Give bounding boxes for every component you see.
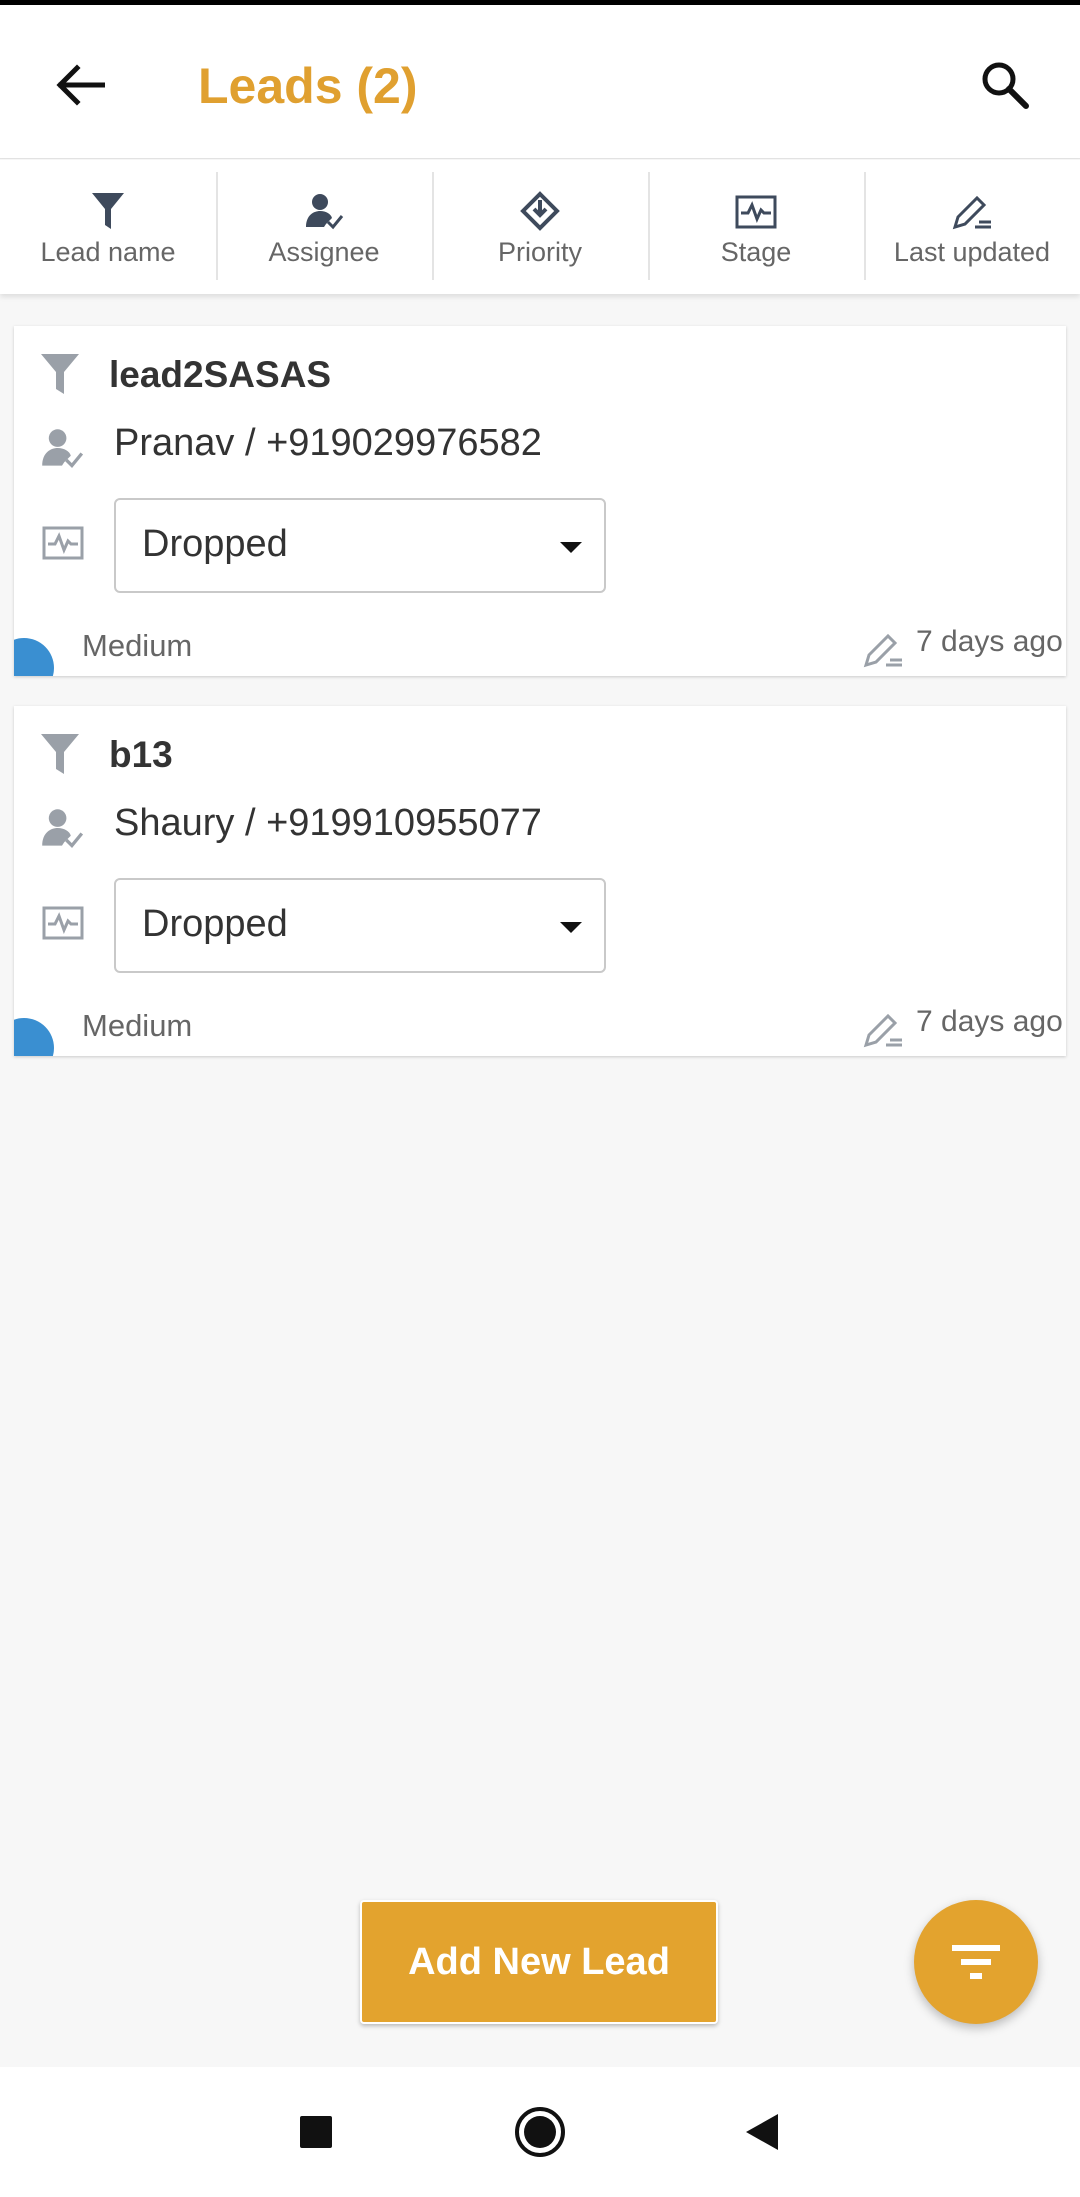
sort-bar: Lead name Assignee Priority Stage Last u… [0, 160, 1080, 294]
system-nav-bar [0, 2067, 1080, 2197]
edit-icon [863, 1013, 902, 1048]
sort-label: Lead name [40, 236, 176, 267]
lead-card[interactable]: b13 Shaury / +919910955077 Dropped Mediu… [14, 706, 1066, 1056]
lead-name: b13 [109, 734, 173, 775]
stage-icon [42, 526, 84, 560]
lead-card[interactable]: lead2SASAS Pranav / +919029976582 Droppe… [14, 326, 1066, 676]
app-header: Leads (2) [0, 5, 1080, 159]
stage-icon [735, 195, 777, 228]
triangle-back-icon [746, 2114, 778, 2150]
priority-indicator [14, 1018, 54, 1056]
priority-icon [520, 190, 560, 231]
sort-lead-name[interactable]: Lead name [0, 160, 216, 294]
sort-stage[interactable]: Stage [648, 160, 864, 294]
edit-icon [863, 633, 902, 668]
sort-label: Stage [720, 236, 792, 267]
recents-button[interactable] [276, 2097, 356, 2167]
filter-icon [952, 1945, 1000, 1979]
assignee-icon [42, 809, 84, 849]
sort-label: Last updated [893, 236, 1051, 267]
stage-value: Dropped [142, 523, 288, 565]
stage-dropdown[interactable]: Dropped [114, 498, 606, 593]
assignee-contact: Shaury / +919910955077 [114, 802, 542, 844]
edit-icon [952, 195, 991, 229]
lead-name: lead2SASAS [109, 354, 332, 395]
assignee-icon [42, 429, 84, 469]
last-updated: 7 days ago [916, 1005, 1063, 1038]
arrow-left-icon [56, 64, 105, 106]
funnel-icon [41, 354, 79, 394]
funnel-icon [92, 192, 124, 229]
priority-label: Medium [82, 1008, 193, 1043]
page-title: Leads (2) [198, 58, 418, 114]
sort-assignee[interactable]: Assignee [216, 160, 432, 294]
home-button[interactable] [500, 2097, 580, 2167]
chevron-down-icon [560, 542, 582, 553]
stage-dropdown[interactable]: Dropped [114, 878, 606, 973]
stage-value: Dropped [142, 903, 288, 945]
funnel-icon [41, 734, 79, 774]
back-button[interactable] [40, 50, 120, 120]
home-circle-icon [515, 2107, 565, 2157]
sort-label: Assignee [268, 236, 380, 267]
sort-label: Priority [497, 236, 582, 267]
assignee-icon [306, 193, 344, 229]
priority-label: Medium [82, 628, 193, 663]
square-icon [300, 2116, 332, 2148]
back-nav-button[interactable] [722, 2097, 802, 2167]
stage-icon [42, 906, 84, 940]
search-icon [982, 62, 1029, 109]
sort-last-updated[interactable]: Last updated [864, 160, 1080, 294]
last-updated: 7 days ago [916, 625, 1063, 658]
chevron-down-icon [560, 922, 582, 933]
priority-indicator [14, 638, 54, 676]
search-button[interactable] [965, 50, 1045, 120]
sort-priority[interactable]: Priority [432, 160, 648, 294]
assignee-contact: Pranav / +919029976582 [114, 422, 542, 464]
add-new-lead-button[interactable]: Add New Lead [360, 1900, 718, 2024]
filter-button[interactable] [914, 1900, 1038, 2024]
